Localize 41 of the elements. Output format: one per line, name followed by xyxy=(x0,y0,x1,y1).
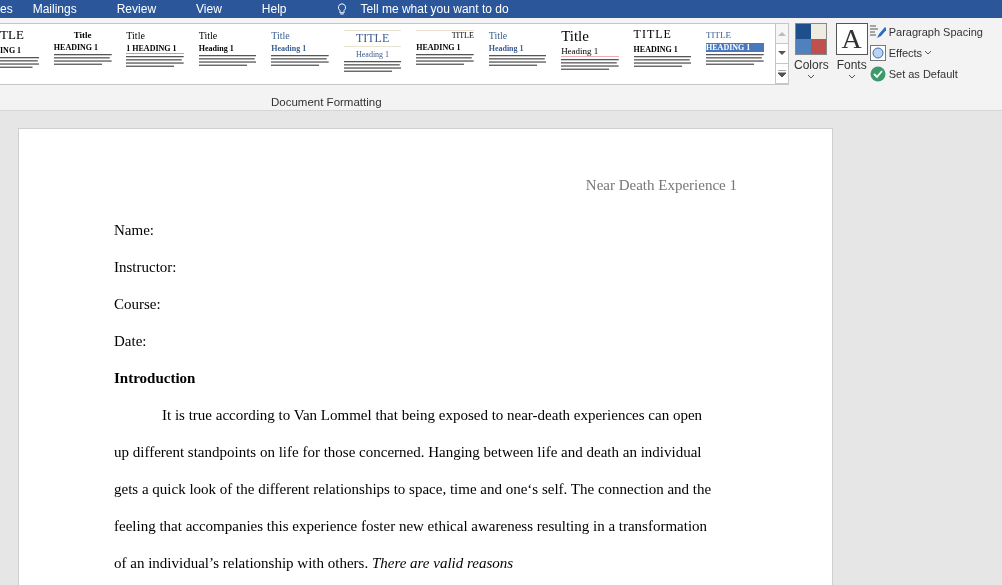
style-thumbnail[interactable]: Title HEADING 1 xyxy=(49,24,116,84)
style-thumbnail[interactable]: Title Heading 1 xyxy=(484,24,551,84)
style-thumbnail[interactable]: TITLE HEADING 1 xyxy=(702,24,768,84)
ribbon-tab[interactable]: Review xyxy=(116,2,157,16)
effects-button[interactable]: Effects xyxy=(869,45,983,61)
colors-button[interactable]: Colors xyxy=(792,18,831,110)
paragraph-spacing-button[interactable]: Paragraph Spacing xyxy=(869,24,983,40)
field-label: Name: xyxy=(114,221,155,240)
lightbulb-icon xyxy=(336,2,347,16)
field-label: Date: xyxy=(114,332,148,351)
style-thumbnail[interactable]: TITLE Heading 1 xyxy=(339,24,406,84)
style-thumbnail[interactable]: TLE ING 1 xyxy=(0,24,44,84)
section-heading: Introduction xyxy=(114,369,197,388)
body-paragraph: It is true according to Van Lommel that being exposed to near-death experiences can open up different standpoints on life for those concerned. Hanging between life and death an individual gets a quick look of the different relationships to space, time and one‘s self. The connection and the feeling that accompanies this experience foster new ethical awareness resulting in a transformation of an individual’s relationship with others. There are valid reasons xyxy=(114,406,713,573)
ribbon-tab[interactable]: Help xyxy=(261,2,287,16)
style-thumbnail[interactable]: Title Heading 1 xyxy=(267,24,333,84)
style-thumbnail[interactable]: Title Heading 1 xyxy=(557,24,623,84)
tell-me-field[interactable]: Tell me what you want to do xyxy=(360,2,509,16)
caret-icon xyxy=(925,51,932,55)
style-thumbnail[interactable]: Title 1 HEADING 1 xyxy=(122,24,188,84)
group-label: Document Formatting xyxy=(270,96,383,108)
color-swatch-icon xyxy=(795,23,828,55)
field-label: Course: xyxy=(114,295,162,314)
expand-icon xyxy=(777,70,786,77)
page-header: Near Death Experience 1 xyxy=(584,177,737,194)
fonts-button[interactable]: A Fonts xyxy=(833,18,870,110)
spacing-brush-icon xyxy=(869,24,886,40)
check-circle-icon xyxy=(869,66,886,82)
ribbon-tab[interactable]: es xyxy=(0,2,13,16)
field-label: Instructor: xyxy=(114,258,178,277)
effects-icon xyxy=(869,45,886,61)
caret-icon xyxy=(848,75,855,79)
up-arrow-icon xyxy=(777,31,786,36)
ribbon-tab[interactable]: Mailings xyxy=(32,2,77,16)
set-default-button[interactable]: Set as Default xyxy=(869,66,983,82)
caret-icon xyxy=(808,75,815,79)
ribbon-tab[interactable]: View xyxy=(196,2,222,16)
down-arrow-icon xyxy=(777,51,786,56)
style-thumbnail[interactable]: Title Heading 1 xyxy=(194,24,261,84)
style-thumbnail[interactable]: TITLE HEADING 1 xyxy=(412,24,478,84)
style-thumbnail[interactable]: TITLE HEADING 1 xyxy=(629,24,696,84)
